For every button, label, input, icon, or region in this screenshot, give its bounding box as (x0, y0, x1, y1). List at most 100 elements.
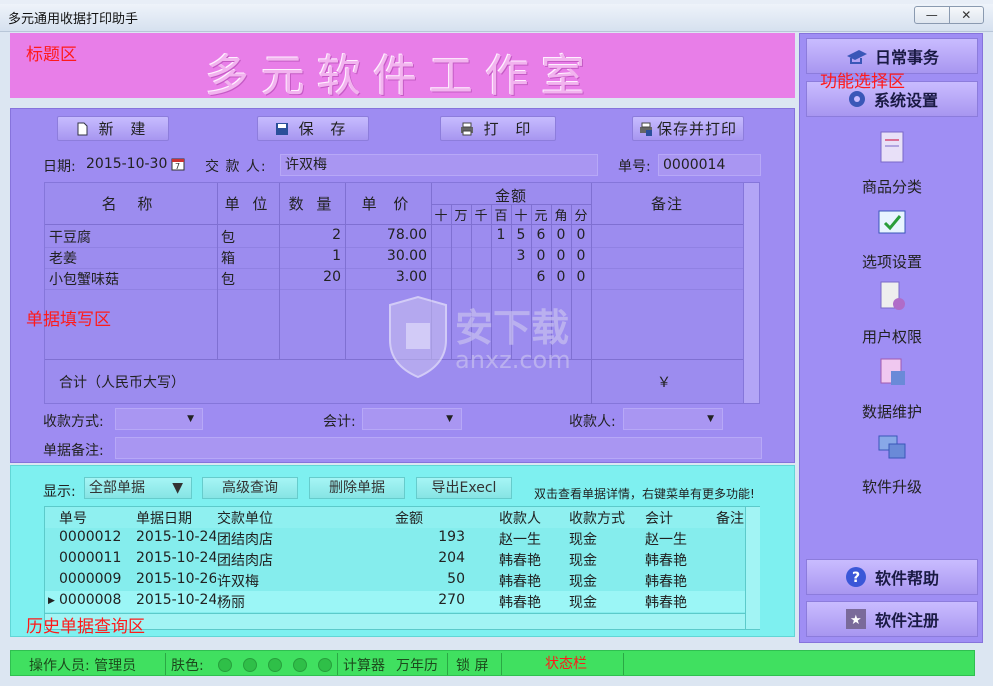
accountant-select[interactable]: ▼ (362, 408, 462, 430)
history-column-header[interactable]: 交款单位 (217, 508, 387, 528)
calculator-button[interactable]: 计算器 (343, 655, 385, 675)
register-button[interactable]: ★ 软件注册 (806, 601, 978, 637)
item-cell[interactable]: 小包蟹味菇 (49, 269, 217, 289)
close-button[interactable]: ✕ (950, 7, 984, 23)
help-button[interactable]: ? 软件帮助 (806, 559, 978, 595)
banner-title: 多元软件工作室 (205, 51, 597, 102)
history-column-header[interactable]: 金额 (395, 508, 465, 528)
item-cell[interactable]: 3.00 (345, 269, 427, 285)
receipt-no-field[interactable]: 0000014 (658, 154, 761, 176)
history-column-header[interactable]: 收款方式 (569, 508, 643, 528)
filter-select[interactable]: 全部单据 ▼ (84, 477, 192, 499)
upgrade-item[interactable]: 软件升级 (820, 430, 964, 497)
col-price-header: 单 价 (361, 195, 415, 213)
history-cell: 赵一生 (499, 532, 541, 548)
history-row[interactable]: 0000011 2015-10-24 团结肉店 204 韩春艳 现金 韩春艳 (45, 549, 745, 570)
document-gear-icon (880, 281, 905, 310)
skin-swatch[interactable] (218, 658, 232, 672)
save-button[interactable]: 保 存 (257, 116, 369, 141)
history-cell: 现金 (569, 595, 597, 611)
history-column-header[interactable]: 单据日期 (136, 508, 216, 528)
data-maintenance-item[interactable]: 数据维护 (820, 355, 964, 422)
history-scrollbar[interactable] (745, 507, 760, 629)
history-column-header[interactable]: 会计 (645, 508, 715, 528)
delete-receipt-button[interactable]: 删除单据 (309, 477, 405, 499)
item-cell[interactable]: 78.00 (345, 227, 427, 243)
payer-field[interactable]: 许双梅 (280, 154, 598, 176)
col-amount-header: 金额 (494, 187, 527, 205)
export-button[interactable]: 导出Execl (416, 477, 512, 499)
help-label: 软件帮助 (874, 569, 939, 588)
item-cell[interactable]: 0 (571, 269, 591, 285)
skin-swatch[interactable] (293, 658, 307, 672)
print-button[interactable]: 打 印 (440, 116, 556, 141)
skin-swatch[interactable] (243, 658, 257, 672)
item-cell[interactable]: 干豆腐 (49, 227, 217, 247)
item-cell[interactable]: 1 (491, 227, 511, 243)
item-cell[interactable]: 0 (551, 227, 571, 243)
payer-value: 许双梅 (285, 157, 327, 173)
history-cell: 杨丽 (217, 595, 245, 611)
receiver-select[interactable]: ▼ (623, 408, 723, 430)
history-cell: 现金 (569, 532, 597, 548)
history-row[interactable]: 0000009 2015-10-26 许双梅 50 韩春艳 现金 韩春艳 (45, 570, 745, 591)
save-print-button[interactable]: 保存并打印 (632, 116, 744, 141)
skin-swatch[interactable] (318, 658, 332, 672)
new-button[interactable]: 新 建 (57, 116, 169, 141)
item-cell[interactable]: 2 (279, 227, 341, 243)
minimize-button[interactable]: — (915, 7, 950, 23)
new-button-label: 新 建 (98, 120, 152, 138)
history-row[interactable]: 0000008 2015-10-24 杨丽 270 韩春艳 现金 韩春艳 ▶ (45, 591, 745, 612)
history-cell: 团结肉店 (217, 553, 273, 569)
permissions-item[interactable]: 用户权限 (820, 280, 964, 347)
item-cell[interactable]: 6 (531, 269, 551, 285)
daily-tasks-label: 日常事务 (874, 48, 939, 67)
history-row[interactable]: 0000012 2015-10-24 团结肉店 193 赵一生 现金 赵一生 (45, 528, 745, 549)
history-grid[interactable]: 单号 单据日期 交款单位 金额 收款人 收款方式 会计 备注 0000012 2015-10-2… (44, 506, 760, 630)
print-button-label: 打 印 (483, 120, 537, 138)
item-cell[interactable]: 包 (221, 227, 277, 247)
help-icon: ? (845, 567, 866, 587)
grid-scrollbar[interactable] (743, 183, 759, 403)
item-cell[interactable]: 老姜 (49, 248, 217, 268)
item-cell[interactable]: 0 (571, 227, 591, 243)
item-cell[interactable]: 0 (551, 248, 571, 264)
item-cell[interactable]: 3 (511, 248, 531, 264)
floppy-icon (275, 122, 288, 135)
history-cell: 0000012 (59, 529, 122, 545)
history-column-header[interactable]: 备注 (716, 508, 746, 528)
chevron-down-icon: ▼ (707, 414, 714, 424)
note-field[interactable] (115, 437, 762, 459)
item-cell[interactable]: 1 (279, 248, 341, 264)
calendar-icon[interactable]: 7 (171, 157, 185, 171)
pay-method-select[interactable]: ▼ (115, 408, 203, 430)
digit-header: 万 (454, 209, 468, 224)
item-cell[interactable]: 20 (279, 269, 341, 285)
item-cell[interactable]: 0 (551, 269, 571, 285)
history-column-header[interactable]: 单号 (59, 508, 135, 528)
total-label: 合计（人民币大写） (59, 375, 185, 391)
category-item[interactable]: 商品分类 (820, 130, 964, 197)
options-item[interactable]: 选项设置 (820, 205, 964, 272)
item-cell[interactable]: 0 (571, 248, 591, 264)
options-label: 选项设置 (861, 253, 922, 271)
skin-swatch[interactable] (268, 658, 282, 672)
history-column-header[interactable]: 收款人 (499, 508, 567, 528)
history-hscrollbar[interactable] (45, 613, 745, 629)
item-cell[interactable]: 30.00 (345, 248, 427, 264)
payer-label: 交 款 人: (205, 159, 267, 175)
accountant-label: 会计: (323, 414, 356, 430)
form-area-label: 单据填写区 (26, 310, 111, 330)
skin-label: 肤色: (171, 658, 204, 674)
item-cell[interactable]: 6 (531, 227, 551, 243)
item-cell[interactable]: 5 (511, 227, 531, 243)
item-cell[interactable]: 包 (221, 269, 277, 289)
lock-screen-button[interactable]: 锁 屏 (456, 655, 488, 675)
advanced-query-button[interactable]: 高级查询 (202, 477, 298, 499)
history-header: 单号 单据日期 交款单位 金额 收款人 收款方式 会计 备注 (45, 507, 745, 528)
calendar-button[interactable]: 万年历 (396, 655, 438, 675)
item-cell[interactable]: 箱 (221, 248, 277, 268)
history-cell: 团结肉店 (217, 532, 273, 548)
show-label: 显示: (43, 484, 76, 500)
item-cell[interactable]: 0 (531, 248, 551, 264)
